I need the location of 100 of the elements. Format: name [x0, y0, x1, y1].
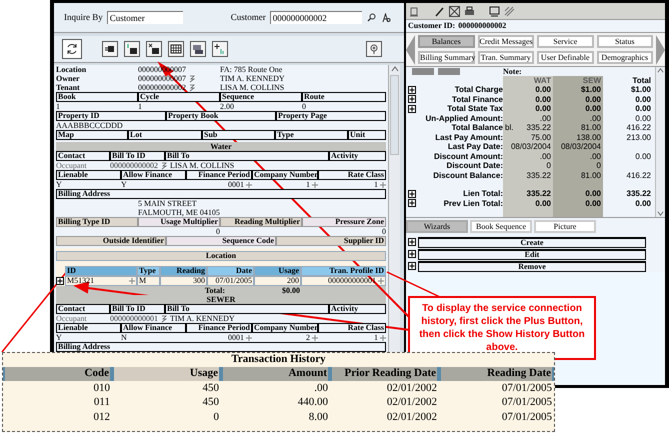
cross-grid-icon[interactable]	[449, 6, 460, 16]
balance-value: 81.00	[580, 123, 601, 132]
column-header: Code	[3, 367, 112, 381]
balance-value: .00	[590, 114, 601, 123]
table-cell-text: 0	[212, 410, 220, 424]
tab[interactable]: Balances	[418, 35, 474, 48]
expand-button[interactable]	[408, 86, 416, 94]
tab[interactable]: Demographics	[596, 51, 653, 64]
toolbar-button[interactable]	[366, 41, 382, 57]
link-icon[interactable]	[161, 162, 167, 170]
column-header: Cycle	[138, 92, 220, 102]
refresh-icon	[65, 42, 79, 56]
table-cell-text: 450	[202, 396, 220, 410]
expand-button[interactable]	[408, 95, 416, 104]
column-header: Usage	[254, 266, 301, 276]
tab[interactable]: Billing Summary	[418, 51, 474, 64]
tab[interactable]: User Definable	[537, 51, 594, 64]
customer-id-value: 000000000002	[458, 20, 506, 32]
balance-value: 08/03/2004	[510, 142, 551, 152]
refresh-button[interactable]	[62, 39, 82, 59]
expand-button[interactable]	[56, 277, 64, 285]
column-header: Map	[56, 130, 128, 140]
balance-label: Total State Tax	[447, 104, 503, 113]
balance-value: 0.00	[535, 94, 551, 104]
tab[interactable]: Book Sequence	[470, 220, 532, 233]
spinner-icon[interactable]	[129, 278, 135, 284]
scroll-up-icon[interactable]	[390, 65, 398, 73]
column-header: Lienable	[56, 323, 121, 333]
toolbar-button[interactable]	[102, 41, 118, 57]
monitor-icon[interactable]	[489, 6, 500, 16]
spinner-icon[interactable]	[378, 278, 384, 284]
expand-button[interactable]	[408, 262, 416, 270]
column-header: Usage Multiplier	[138, 217, 220, 227]
customer-number-field[interactable]: 000000000002	[270, 11, 362, 24]
printer-icon[interactable]	[464, 6, 475, 16]
column-header: Pressure Zone	[302, 217, 386, 227]
tab[interactable]: Wizards	[406, 220, 468, 233]
balance-label: Last Pay Amount:	[435, 132, 503, 142]
toolbar-button[interactable]	[146, 41, 162, 57]
column-header: Property Page	[276, 111, 386, 121]
tabs-left-arrow-icon[interactable]	[406, 34, 415, 64]
balance-value: 335.22	[626, 189, 651, 198]
balance-value: 335.22	[526, 170, 551, 180]
column-header: Lienable	[56, 170, 121, 180]
field-value: LISA M. COLLINS	[220, 83, 284, 92]
field-value: AAABBBCCCDDD	[56, 121, 123, 130]
toolbar-button[interactable]	[190, 41, 206, 57]
table-cell: 300	[193, 277, 205, 285]
callout-text: To display the service connection history, first click the Plus Button, then click the Show History Button above.	[418, 302, 586, 354]
spinner-icon[interactable]	[246, 334, 252, 340]
spinner-icon[interactable]	[380, 182, 386, 188]
pen-icon[interactable]	[435, 6, 445, 16]
expand-button[interactable]	[408, 104, 416, 113]
tab[interactable]: Credit Messages	[478, 35, 534, 48]
usage-multiplier-value: 0	[215, 227, 220, 236]
wizard-item[interactable]: Edit	[418, 248, 646, 260]
balance-value: 213.00	[626, 132, 651, 142]
column-header: Company Number	[252, 323, 318, 333]
balance-value: 0.00	[585, 104, 601, 114]
balance-label: Lien Total:	[463, 189, 503, 198]
toolbar-button[interactable]	[212, 41, 228, 57]
expand-button[interactable]	[408, 190, 416, 198]
expand-button[interactable]	[408, 250, 416, 258]
total-label: Total:	[204, 286, 225, 295]
table-cell: M51321	[67, 277, 94, 285]
spinner-icon[interactable]	[312, 334, 318, 340]
balance-label: Total Finance	[452, 94, 503, 104]
scrollbar[interactable]	[655, 67, 665, 217]
tab[interactable]: Service	[537, 35, 594, 48]
scroll-up-icon[interactable]	[657, 67, 664, 74]
link-icon[interactable]	[161, 314, 167, 322]
expand-button[interactable]	[408, 199, 416, 208]
contact-type: Occupant	[56, 314, 87, 323]
stripes-icon[interactable]	[504, 6, 515, 16]
expand-button[interactable]	[408, 238, 416, 246]
column-header: Supplier ID	[276, 236, 386, 246]
balance-value: 08/03/2004	[560, 142, 601, 152]
wizard-item[interactable]: Remove	[418, 260, 646, 272]
spinner-icon[interactable]	[380, 334, 386, 340]
table-cell-text: 07/01/2005	[500, 382, 553, 395]
column-header: Date	[207, 266, 254, 276]
inquire-by-field[interactable]: Customer	[106, 11, 183, 24]
tab[interactable]: Status	[596, 35, 653, 48]
wizard-item[interactable]: Create	[418, 236, 646, 248]
toolbar-button[interactable]	[168, 41, 184, 57]
address-line: 5 MAIN STREET	[138, 199, 197, 208]
column-header: Activity	[329, 304, 386, 314]
scroll-down-icon[interactable]	[657, 210, 664, 217]
tab[interactable]: Tran. Summary	[478, 51, 534, 64]
column-header: Property ID	[56, 111, 166, 121]
scroll-thumb[interactable]	[390, 75, 399, 155]
field-value: 1	[306, 180, 310, 189]
search-icon[interactable]	[366, 13, 376, 22]
tabs-right-arrow-icon[interactable]	[656, 34, 665, 64]
spinner-icon[interactable]	[312, 182, 318, 188]
column-header: Rate Class	[318, 323, 386, 333]
spinner-icon[interactable]	[246, 182, 252, 188]
toolbar-button[interactable]	[124, 41, 140, 57]
column-header: Unit	[348, 130, 386, 140]
tab[interactable]: Picture	[534, 220, 596, 233]
